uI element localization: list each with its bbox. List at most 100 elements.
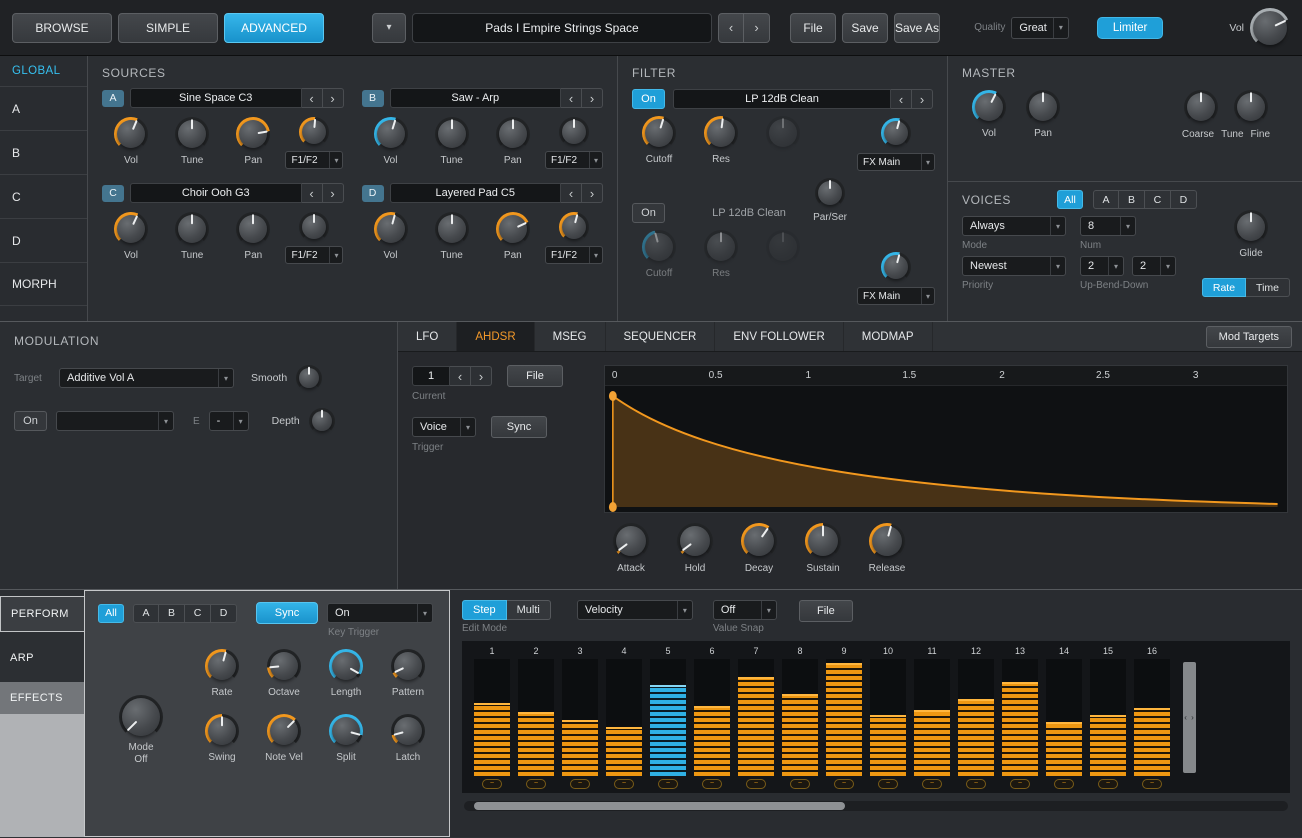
mod-on-button[interactable]: On [14, 411, 47, 431]
step-loop-icon[interactable]: ~ [878, 779, 898, 789]
step-bar-area[interactable] [914, 659, 950, 776]
step-column[interactable]: 2~ [514, 646, 558, 789]
mod-tab-modmap[interactable]: MODMAP [844, 322, 933, 351]
arp-b-button[interactable]: B [159, 604, 185, 623]
arp-latch-knob[interactable] [391, 714, 425, 748]
glide-knob[interactable] [1234, 210, 1268, 244]
prev-preset-button[interactable]: ‹ [718, 13, 744, 43]
step-column[interactable]: 16~ [1130, 646, 1174, 789]
env-file-button[interactable]: File [507, 365, 563, 387]
release-knob[interactable] [869, 523, 905, 559]
voices-priority-select[interactable]: Newest▾ [962, 256, 1066, 276]
tab-source-a[interactable]: A [0, 86, 87, 130]
limiter-button[interactable]: Limiter [1097, 17, 1164, 39]
step-column[interactable]: 12~ [954, 646, 998, 789]
source-b-filter-knob[interactable] [559, 117, 589, 147]
mod-tab-mseg[interactable]: MSEG [535, 322, 606, 351]
arp-c-button[interactable]: C [185, 604, 211, 623]
tab-effects[interactable]: EFFECTS [0, 682, 84, 714]
source-b-badge[interactable]: B [362, 90, 384, 107]
seq-scroll-thumb[interactable] [474, 802, 845, 810]
step-loop-icon[interactable]: ~ [1010, 779, 1030, 789]
filter2-send-knob[interactable] [881, 252, 911, 282]
step-loop-icon[interactable]: ~ [966, 779, 986, 789]
tab-source-b[interactable]: B [0, 130, 87, 174]
sync-button[interactable]: Sync [491, 416, 547, 438]
mod-tab-sequencer[interactable]: SEQUENCER [606, 322, 716, 351]
preset-menu-button[interactable]: ▾ [372, 13, 406, 43]
filter2-route-select[interactable]: FX Main▾ [857, 287, 935, 305]
step-bar-area[interactable] [562, 659, 598, 776]
browse-button[interactable]: BROWSE [12, 13, 112, 43]
bend-up-select[interactable]: 2▾ [1080, 256, 1124, 276]
source-c-route-select[interactable]: F1/F2▾ [285, 246, 343, 264]
step-bar-area[interactable] [1090, 659, 1126, 776]
tab-source-d[interactable]: D [0, 218, 87, 262]
source-c-tune-knob[interactable] [175, 212, 209, 246]
mod-tab-ahdsr[interactable]: AHDSR [457, 322, 534, 351]
voices-num-select[interactable]: 8▾ [1080, 216, 1136, 236]
prev-icon[interactable]: ‹ [302, 183, 323, 203]
filter2-res-knob[interactable] [704, 230, 738, 264]
step-loop-icon[interactable]: ~ [1054, 779, 1074, 789]
attack-knob[interactable] [613, 523, 649, 559]
source-b-pan-knob[interactable] [496, 117, 530, 151]
envelope-curve[interactable] [605, 386, 1287, 512]
voices-all-button[interactable]: All [1057, 190, 1083, 209]
save-button[interactable]: Save [842, 13, 888, 43]
step-bar-area[interactable] [650, 659, 686, 776]
step-loop-icon[interactable]: ~ [1098, 779, 1118, 789]
filter2-cutoff-knob[interactable] [642, 230, 676, 264]
next-icon[interactable]: › [471, 366, 492, 386]
step-bar-area[interactable] [694, 659, 730, 776]
step-bar-area[interactable] [826, 659, 862, 776]
coarse-tune-knob[interactable] [1184, 90, 1218, 124]
env-attack-handle[interactable] [609, 391, 617, 401]
step-mode-button[interactable]: Step [462, 600, 507, 620]
step-loop-icon[interactable]: ~ [658, 779, 678, 789]
next-icon[interactable]: › [582, 183, 603, 203]
prev-icon[interactable]: ‹ [450, 366, 471, 386]
arp-pattern-knob[interactable] [391, 649, 425, 683]
tab-global[interactable]: GLOBAL [0, 56, 87, 86]
sustain-knob[interactable] [805, 523, 841, 559]
master-volume-knob[interactable] [1250, 8, 1290, 48]
filter1-send-knob[interactable] [881, 118, 911, 148]
step-loop-icon[interactable]: ~ [614, 779, 634, 789]
step-column[interactable]: 10~ [866, 646, 910, 789]
arp-octave-knob[interactable] [267, 649, 301, 683]
rate-button[interactable]: Rate [1202, 278, 1246, 297]
tab-arp[interactable]: ARP [0, 640, 84, 676]
seq-param-select[interactable]: Velocity▾ [577, 600, 693, 620]
step-bar-area[interactable] [870, 659, 906, 776]
arp-sync-button[interactable]: Sync [256, 602, 318, 624]
source-a-name[interactable]: Sine Space C3 [130, 88, 302, 108]
source-c-badge[interactable]: C [102, 185, 124, 202]
depth-knob[interactable] [309, 408, 335, 434]
fine-tune-knob[interactable] [1234, 90, 1268, 124]
source-c-vol-knob[interactable] [114, 212, 148, 246]
prev-icon[interactable]: ‹ [302, 88, 323, 108]
decay-knob[interactable] [741, 523, 777, 559]
arp-swing-knob[interactable] [205, 714, 239, 748]
quality-select[interactable]: Great▾ [1011, 17, 1069, 39]
step-bar-area[interactable] [1046, 659, 1082, 776]
par-ser-knob[interactable] [815, 178, 845, 208]
env-start-handle[interactable] [609, 502, 617, 512]
arp-mode-knob[interactable] [119, 695, 163, 739]
step-loop-icon[interactable]: ~ [482, 779, 502, 789]
filter1-cutoff-knob[interactable] [642, 116, 676, 150]
step-bar-area[interactable] [474, 659, 510, 776]
advanced-button[interactable]: ADVANCED [224, 13, 324, 43]
arp-length-knob[interactable] [329, 649, 363, 683]
step-column[interactable]: 14~ [1042, 646, 1086, 789]
master-pan-knob[interactable] [1026, 90, 1060, 124]
source-c-pan-knob[interactable] [236, 212, 270, 246]
voices-a-button[interactable]: A [1093, 190, 1119, 209]
mod-targets-button[interactable]: Mod Targets [1206, 326, 1292, 348]
step-column[interactable]: 3~ [558, 646, 602, 789]
seq-zoom-strip[interactable]: ‹ › [1183, 662, 1196, 773]
step-loop-icon[interactable]: ~ [570, 779, 590, 789]
source-c-filter-knob[interactable] [299, 212, 329, 242]
source-d-filter-knob[interactable] [559, 212, 589, 242]
